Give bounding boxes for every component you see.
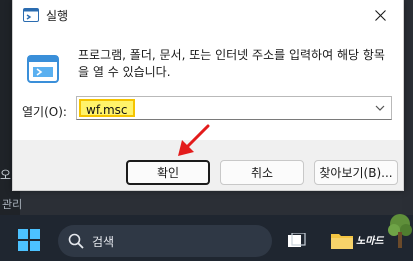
run-icon (23, 8, 39, 22)
background-char: 오 (0, 168, 12, 182)
run-app-icon (27, 55, 59, 83)
close-button[interactable] (357, 0, 403, 30)
task-view-icon[interactable] (288, 233, 306, 249)
close-icon (374, 9, 386, 21)
open-input-value[interactable]: wf.msc (79, 99, 135, 117)
open-label: 열기(O): (22, 105, 67, 119)
chevron-down-icon[interactable] (375, 104, 385, 112)
ok-button[interactable]: 확인 (126, 160, 210, 185)
background-label: 관리 (2, 198, 23, 211)
watermark-tree-icon (388, 214, 412, 248)
title-bar: 실행 (13, 0, 403, 30)
search-placeholder: 검색 (92, 235, 115, 249)
windows-start-icon[interactable] (18, 229, 40, 251)
red-arrow-annotation (178, 124, 210, 156)
file-explorer-icon[interactable] (330, 230, 354, 250)
open-input[interactable]: wf.msc (76, 96, 392, 120)
browse-button[interactable]: 찾아보기(B)... (314, 160, 398, 185)
dialog-description: 프로그램, 폴더, 문서, 또는 인터넷 주소를 입력하여 해당 항목을 열 수… (78, 48, 385, 79)
cancel-button[interactable]: 취소 (220, 160, 304, 185)
run-dialog: 실행 프로그램, 폴더, 문서, 또는 인터넷 주소를 입력하여 해당 항목을 … (12, 0, 404, 191)
watermark-text: 노마드 (356, 236, 384, 247)
search-icon (68, 233, 84, 249)
taskbar-search[interactable]: 검색 (58, 225, 272, 257)
dialog-title: 실행 (46, 9, 69, 23)
